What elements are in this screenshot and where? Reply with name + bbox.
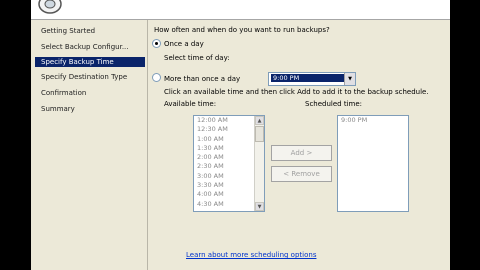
more-than-once-radio[interactable] [152,73,161,82]
time-of-day-dropdown[interactable]: 9:00 PM ▼ [268,72,356,86]
schedule-panel: How often and when do you want to run ba… [149,20,450,270]
selected-time-value: 9:00 PM [271,74,345,82]
add-button[interactable]: Add > [271,145,332,161]
backup-icon [38,0,62,14]
wizard-banner [31,0,450,20]
radio-selected-dot [155,42,158,45]
wizard-steps: Getting Started Select Backup Configur..… [31,20,147,270]
more-than-once-label[interactable]: More than once a day [164,75,240,83]
chevron-down-icon[interactable]: ▼ [344,73,355,85]
scheduling-options-link[interactable]: Learn about more scheduling options [186,251,316,259]
sidebar-divider [147,20,148,270]
step-select-backup-configuration[interactable]: Select Backup Configur... [35,42,145,52]
step-getting-started[interactable]: Getting Started [35,26,145,36]
list-item[interactable]: 9:00 PM [338,116,408,125]
available-time-list[interactable]: 12:00 AM 12:30 AM 1:00 AM 1:30 AM 2:00 A… [193,115,265,212]
schedule-instruction: Click an available time and then click A… [164,88,429,96]
step-specify-backup-time[interactable]: Specify Backup Time [35,57,145,67]
available-time-scrollbar[interactable]: ▲ ▼ [254,116,264,211]
step-summary[interactable]: Summary [35,104,145,114]
remove-button[interactable]: < Remove [271,166,332,182]
available-time-label: Available time: [164,100,217,108]
select-time-label: Select time of day: [164,54,230,62]
scheduled-time-list[interactable]: 9:00 PM [337,115,409,212]
step-specify-destination-type[interactable]: Specify Destination Type [35,72,145,82]
scroll-down-icon[interactable]: ▼ [255,202,264,211]
backup-schedule-wizard: Getting Started Select Backup Configur..… [31,0,450,270]
schedule-question: How often and when do you want to run ba… [154,26,330,34]
once-a-day-radio[interactable] [152,39,161,48]
scroll-thumb[interactable] [255,126,264,142]
step-confirmation[interactable]: Confirmation [35,88,145,98]
scheduled-time-label: Scheduled time: [305,100,363,108]
scroll-up-icon[interactable]: ▲ [255,116,264,125]
once-a-day-label[interactable]: Once a day [164,40,204,48]
